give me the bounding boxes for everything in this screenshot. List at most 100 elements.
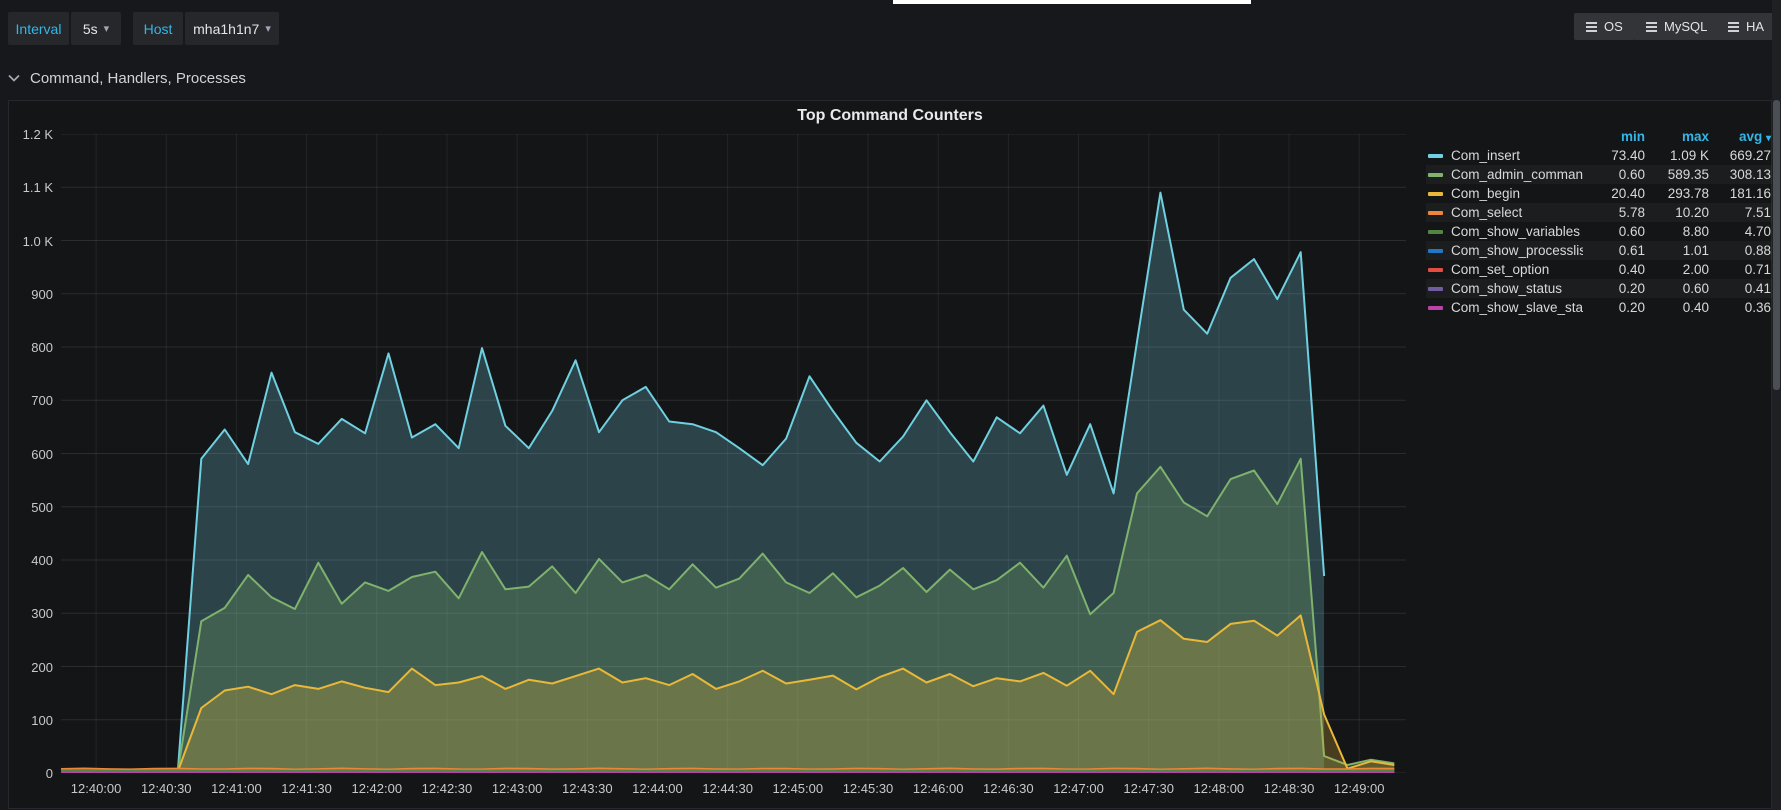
series-avg: 0.71 bbox=[1709, 262, 1771, 277]
x-tick-label: 12:43:30 bbox=[547, 781, 627, 796]
host-label-text: Host bbox=[144, 21, 173, 37]
interval-dropdown[interactable]: 5s ▾ bbox=[71, 12, 121, 45]
series-avg: 181.16 bbox=[1709, 186, 1771, 201]
y-tick-label: 400 bbox=[9, 553, 53, 568]
series-line-Com_select bbox=[61, 769, 1394, 770]
legend-row[interactable]: Com_show_variables 0.60 8.80 4.70 bbox=[1426, 222, 1773, 241]
chevron-down-icon bbox=[8, 74, 20, 82]
x-tick-label: 12:45:30 bbox=[828, 781, 908, 796]
series-color-swatch bbox=[1428, 173, 1443, 177]
os-menu-label: OS bbox=[1604, 19, 1623, 34]
y-tick-label: 1.2 K bbox=[9, 127, 53, 142]
interval-label-text: Interval bbox=[16, 21, 62, 37]
interval-variable-label[interactable]: Interval bbox=[8, 12, 69, 45]
series-max: 293.78 bbox=[1645, 186, 1709, 201]
y-tick-label: 500 bbox=[9, 500, 53, 515]
x-tick-label: 12:46:30 bbox=[968, 781, 1048, 796]
mysql-menu-button[interactable]: MySQL bbox=[1634, 13, 1719, 40]
x-tick-label: 12:45:00 bbox=[758, 781, 838, 796]
ha-menu-button[interactable]: HA bbox=[1716, 13, 1776, 40]
legend-row[interactable]: Com_insert 73.40 1.09 K 669.27 bbox=[1426, 146, 1773, 165]
page-scrollbar-track bbox=[1772, 0, 1781, 810]
series-min: 0.20 bbox=[1583, 281, 1645, 296]
series-max: 589.35 bbox=[1645, 167, 1709, 182]
legend-sort-avg[interactable]: avg ▾ bbox=[1709, 129, 1771, 144]
legend-header-row: min max avg ▾ bbox=[1426, 127, 1773, 146]
series-max: 1.01 bbox=[1645, 243, 1709, 258]
series-name[interactable]: Com_select bbox=[1451, 205, 1583, 220]
x-tick-label: 12:44:00 bbox=[617, 781, 697, 796]
page-scrollbar-thumb[interactable] bbox=[1773, 100, 1780, 390]
series-name[interactable]: Com_show_processlist bbox=[1451, 243, 1583, 258]
series-color-swatch bbox=[1428, 192, 1443, 196]
series-max: 10.20 bbox=[1645, 205, 1709, 220]
section-title: Command, Handlers, Processes bbox=[30, 70, 246, 87]
series-avg: 0.41 bbox=[1709, 281, 1771, 296]
x-tick-label: 12:43:00 bbox=[477, 781, 557, 796]
series-min: 0.40 bbox=[1583, 262, 1645, 277]
series-min: 20.40 bbox=[1583, 186, 1645, 201]
x-tick-label: 12:46:00 bbox=[898, 781, 978, 796]
series-name[interactable]: Com_admin_commands bbox=[1451, 167, 1583, 182]
series-max: 0.60 bbox=[1645, 281, 1709, 296]
series-max: 8.80 bbox=[1645, 224, 1709, 239]
series-max: 2.00 bbox=[1645, 262, 1709, 277]
series-name[interactable]: Com_set_option bbox=[1451, 262, 1583, 277]
series-avg: 669.27 bbox=[1709, 148, 1771, 163]
series-min: 73.40 bbox=[1583, 148, 1645, 163]
row-toggle-command-handlers-processes[interactable]: Command, Handlers, Processes bbox=[0, 62, 1781, 94]
hamburger-icon bbox=[1586, 20, 1597, 34]
y-tick-label: 300 bbox=[9, 606, 53, 621]
y-tick-label: 800 bbox=[9, 340, 53, 355]
series-line-Com_show_variables bbox=[61, 770, 1394, 771]
series-color-swatch bbox=[1428, 249, 1443, 253]
x-tick-label: 12:47:00 bbox=[1039, 781, 1119, 796]
legend-sort-min[interactable]: min bbox=[1583, 129, 1645, 144]
legend-row[interactable]: Com_show_slave_status 0.20 0.40 0.36 bbox=[1426, 298, 1773, 317]
series-name[interactable]: Com_insert bbox=[1451, 148, 1583, 163]
host-dropdown[interactable]: mha1h1n7 ▾ bbox=[185, 12, 279, 45]
ha-menu-label: HA bbox=[1746, 19, 1764, 34]
series-color-swatch bbox=[1428, 306, 1443, 310]
legend-sort-max[interactable]: max bbox=[1645, 129, 1709, 144]
legend-row[interactable]: Com_show_processlist 0.61 1.01 0.88 bbox=[1426, 241, 1773, 260]
chevron-down-icon: ▾ bbox=[265, 22, 271, 35]
series-name[interactable]: Com_show_status bbox=[1451, 281, 1583, 296]
chart-svg bbox=[61, 134, 1406, 773]
host-value-text: mha1h1n7 bbox=[193, 21, 259, 37]
x-tick-label: 12:42:00 bbox=[337, 781, 417, 796]
chart-plot-area[interactable] bbox=[61, 134, 1406, 773]
y-tick-label: 1.1 K bbox=[9, 180, 53, 195]
series-avg: 308.13 bbox=[1709, 167, 1771, 182]
series-name[interactable]: Com_begin bbox=[1451, 186, 1583, 201]
x-tick-label: 12:44:30 bbox=[688, 781, 768, 796]
legend-row[interactable]: Com_admin_commands 0.60 589.35 308.13 bbox=[1426, 165, 1773, 184]
host-variable-label[interactable]: Host bbox=[133, 12, 183, 45]
legend-row[interactable]: Com_begin 20.40 293.78 181.16 bbox=[1426, 184, 1773, 203]
y-tick-label: 900 bbox=[9, 287, 53, 302]
x-tick-label: 12:49:00 bbox=[1319, 781, 1399, 796]
series-name[interactable]: Com_show_variables bbox=[1451, 224, 1583, 239]
top-progress-line bbox=[893, 0, 1251, 4]
panel-title[interactable]: Top Command Counters bbox=[9, 107, 1771, 125]
series-avg: 0.36 bbox=[1709, 300, 1771, 315]
legend-row[interactable]: Com_show_status 0.20 0.60 0.41 bbox=[1426, 279, 1773, 298]
series-avg: 4.70 bbox=[1709, 224, 1771, 239]
series-avg: 0.88 bbox=[1709, 243, 1771, 258]
y-tick-label: 600 bbox=[9, 447, 53, 462]
sort-caret-icon: ▾ bbox=[1766, 133, 1771, 144]
x-tick-label: 12:48:00 bbox=[1179, 781, 1259, 796]
x-tick-label: 12:42:30 bbox=[407, 781, 487, 796]
legend-row[interactable]: Com_select 5.78 10.20 7.51 bbox=[1426, 203, 1773, 222]
os-menu-button[interactable]: OS bbox=[1574, 13, 1635, 40]
x-tick-label: 12:48:30 bbox=[1249, 781, 1329, 796]
legend-row[interactable]: Com_set_option 0.40 2.00 0.71 bbox=[1426, 260, 1773, 279]
series-color-swatch bbox=[1428, 211, 1443, 215]
chart-legend: min max avg ▾ Com_insert 73.40 1.09 K 66… bbox=[1426, 127, 1773, 317]
x-tick-label: 12:41:30 bbox=[267, 781, 347, 796]
hamburger-icon bbox=[1646, 20, 1657, 34]
series-min: 0.60 bbox=[1583, 167, 1645, 182]
series-name[interactable]: Com_show_slave_status bbox=[1451, 300, 1583, 315]
x-tick-label: 12:40:30 bbox=[126, 781, 206, 796]
y-tick-label: 1.0 K bbox=[9, 234, 53, 249]
